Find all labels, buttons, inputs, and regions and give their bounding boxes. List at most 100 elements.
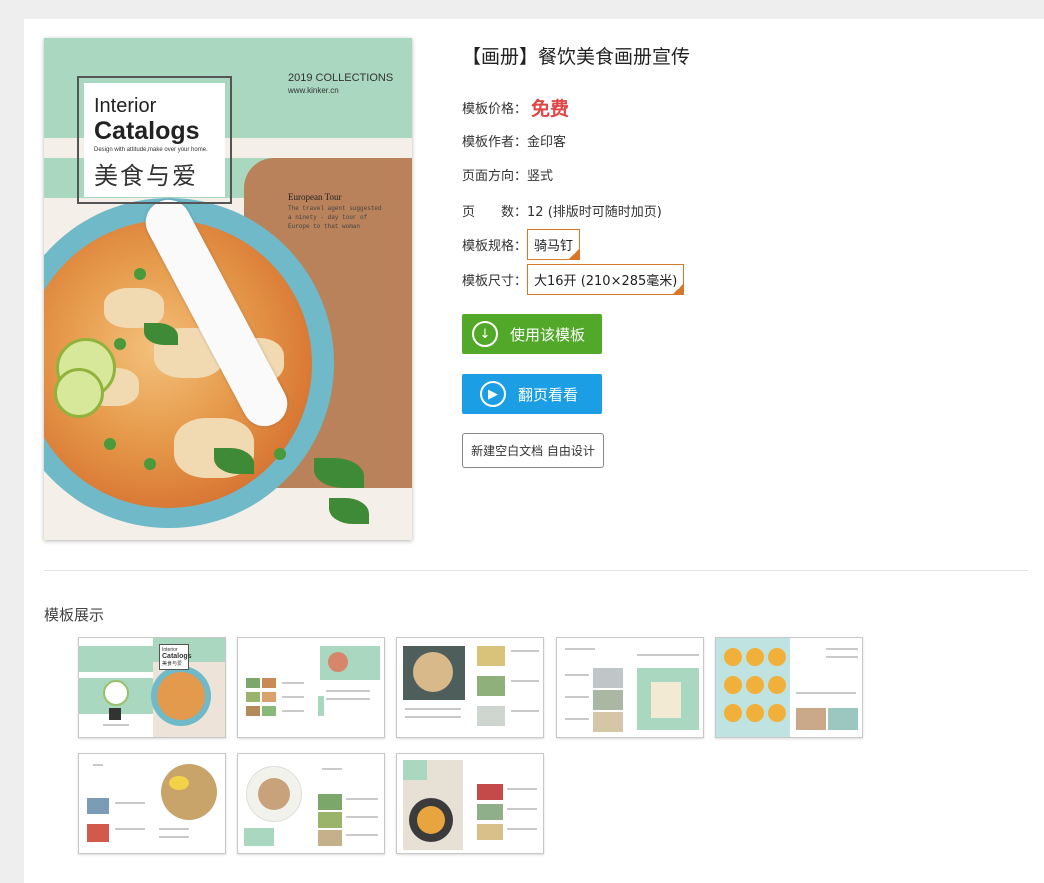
thumb-photo xyxy=(318,812,342,828)
thumb-line xyxy=(115,802,145,804)
thumb-photo xyxy=(477,804,503,820)
orientation-label: 页面方向： xyxy=(462,169,528,184)
cover-title-box: Interior Catalogs Design with attitude,m… xyxy=(77,76,232,204)
size-label: 模板尺寸： xyxy=(462,274,528,289)
thumb-right-page xyxy=(312,638,384,737)
thumb-left-page xyxy=(557,638,631,737)
thumb-food xyxy=(768,704,786,722)
thumbnail-page-5[interactable] xyxy=(715,637,863,738)
thumb-right-page xyxy=(312,754,384,853)
cover-url: www.kinker.cn xyxy=(288,86,339,95)
thumb-photo xyxy=(318,794,342,810)
thumb-line xyxy=(796,692,856,694)
thumbnail-page-4[interactable] xyxy=(556,637,704,738)
thumbnail-page-1[interactable]: Interior Catalogs 美食与爱 xyxy=(78,637,226,738)
size-row: 模板尺寸： 大16开 (210×285毫米) xyxy=(462,264,685,295)
thumb-photo xyxy=(318,830,342,846)
thumb-plate xyxy=(103,680,129,706)
pages-row: 页 数：12 (排版时可随时加页) xyxy=(462,201,662,220)
use-template-label: 使用该模板 xyxy=(510,325,586,344)
chicken-piece xyxy=(104,288,164,328)
thumb-left-page xyxy=(238,754,312,853)
thumb-title-cn: 美食与爱 xyxy=(162,661,183,667)
showcase-title: 模板展示 xyxy=(44,606,105,624)
thumb-line xyxy=(282,710,304,712)
thumb-right-page xyxy=(471,638,543,737)
thumb-left-page xyxy=(79,638,153,737)
thumb-line xyxy=(405,716,461,718)
thumb-food xyxy=(161,764,217,820)
thumb-accent xyxy=(244,828,274,846)
pea xyxy=(274,448,286,460)
thumb-line xyxy=(159,828,189,830)
thumb-food xyxy=(724,676,742,694)
price-value: 免费 xyxy=(531,98,570,120)
thumb-photo xyxy=(477,706,505,726)
new-blank-doc-button[interactable]: 新建空白文档 自由设计 xyxy=(462,433,604,468)
thumb-line xyxy=(511,680,539,682)
thumb-photo xyxy=(477,646,505,666)
orientation-row: 页面方向：竖式 xyxy=(462,165,553,184)
thumb-food xyxy=(328,652,348,672)
thumb-photo xyxy=(477,676,505,696)
thumb-line xyxy=(511,650,539,652)
thumb-band xyxy=(79,646,153,672)
thumb-accent xyxy=(403,760,427,780)
thumbnail-page-2[interactable] xyxy=(237,637,385,738)
thumb-food xyxy=(724,704,742,722)
cover-title-line2: Catalogs xyxy=(94,117,200,145)
pea xyxy=(104,438,116,450)
thumbnail-page-8[interactable] xyxy=(396,753,544,854)
spec-option[interactable]: 骑马钉 xyxy=(527,229,581,260)
cover-euro-title: European Tour xyxy=(288,192,342,202)
size-option[interactable]: 大16开 (210×285毫米) xyxy=(527,264,685,295)
thumbnail-page-6[interactable] xyxy=(78,753,226,854)
thumb-food xyxy=(651,682,681,718)
thumb-photo xyxy=(246,706,260,716)
use-template-button[interactable]: ↓ 使用该模板 xyxy=(462,314,602,354)
thumb-food xyxy=(258,778,290,810)
thumb-line xyxy=(115,828,145,830)
thumb-line xyxy=(826,648,858,650)
pea xyxy=(134,268,146,280)
thumb-food xyxy=(746,648,764,666)
lime-slice xyxy=(54,368,104,418)
author-value: 金印客 xyxy=(527,135,567,150)
thumb-line xyxy=(565,718,589,720)
thumb-food xyxy=(724,648,742,666)
thumb-photo xyxy=(593,668,623,688)
thumb-food xyxy=(768,676,786,694)
thumb-line xyxy=(346,816,378,818)
thumb-right-page xyxy=(471,754,543,853)
thumb-accent xyxy=(318,696,324,716)
thumb-photo xyxy=(593,712,623,732)
thumbnail-page-3[interactable] xyxy=(396,637,544,738)
thumb-photo xyxy=(262,678,276,688)
download-icon: ↓ xyxy=(472,321,498,347)
thumb-photo xyxy=(796,708,826,730)
thumb-food xyxy=(417,806,445,834)
template-title: 【画册】餐饮美食画册宣传 xyxy=(462,46,691,68)
thumb-right-page xyxy=(790,638,862,737)
thumb-right-page xyxy=(631,638,703,737)
thumb-egg xyxy=(169,776,189,790)
thumb-photo xyxy=(477,824,503,840)
cover-collections: 2019 COLLECTIONS xyxy=(288,72,394,84)
thumb-line xyxy=(326,690,370,692)
thumb-right-page: Interior Catalogs 美食与爱 xyxy=(151,638,225,737)
price-row: 模板价格： 免费 xyxy=(462,94,569,121)
thumb-photo xyxy=(246,692,260,702)
thumb-line xyxy=(637,654,699,656)
spec-label: 模板规格： xyxy=(462,239,528,254)
cover-euro-desc: The travel agent suggested a ninety - da… xyxy=(288,205,382,230)
pea xyxy=(114,338,126,350)
size-value: 大16开 (210×285毫米) xyxy=(534,274,678,289)
thumbnail-page-7[interactable] xyxy=(237,753,385,854)
thumb-line xyxy=(565,674,589,676)
author-row: 模板作者：金印客 xyxy=(462,131,566,150)
new-blank-doc-label: 新建空白文档 自由设计 xyxy=(471,444,595,458)
thumb-soup xyxy=(157,672,205,720)
pages-label: 页 数： xyxy=(462,205,528,220)
flip-preview-button[interactable]: ▶ 翻页看看 xyxy=(462,374,602,414)
thumb-title-2: Catalogs xyxy=(162,653,192,660)
